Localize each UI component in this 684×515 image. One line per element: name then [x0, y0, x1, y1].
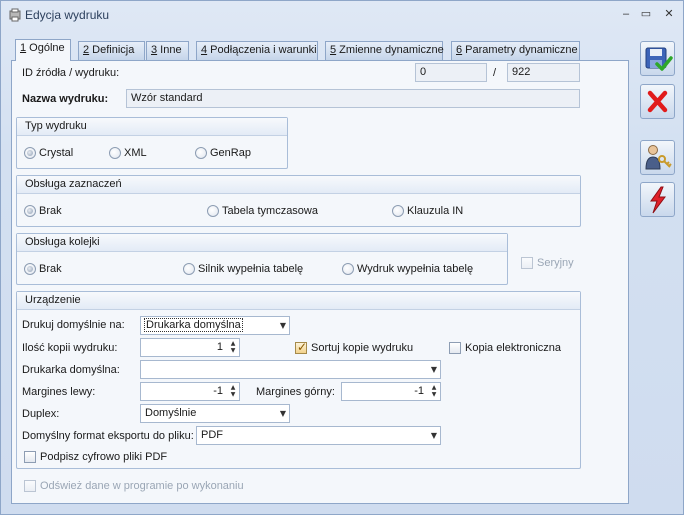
- radio-genrap-label: GenRap: [210, 147, 251, 159]
- close-button[interactable]: ✕: [661, 7, 677, 21]
- sign-pdf-label: Podpisz cyfrowo pliki PDF: [40, 451, 168, 463]
- id-print-field[interactable]: 922: [507, 63, 580, 82]
- radio-print-fills-label: Wydruk wypełnia tabelę: [357, 263, 474, 275]
- selection-handling-title: Obsługa zaznaczeń: [17, 176, 580, 194]
- radio-selection-none-label: Brak: [39, 205, 62, 217]
- margin-top-spinner[interactable]: -1 ▲ ▼: [341, 382, 441, 401]
- radio-queue-none[interactable]: [24, 263, 36, 275]
- print-edit-window: Edycja wydruku ‒ ▭ ✕ 1 Ogólne 2 Definicj…: [0, 0, 684, 515]
- serial-checkbox[interactable]: [521, 257, 533, 269]
- sort-copies-checkbox[interactable]: [295, 340, 307, 354]
- serial-checkbox-label: Seryjny: [537, 257, 574, 269]
- lightning-icon: [650, 186, 666, 214]
- tab-definition[interactable]: 2 Definicja: [78, 41, 145, 60]
- print-type-title: Typ wydruku: [17, 118, 287, 136]
- e-copy-label: Kopia elektroniczna: [465, 342, 562, 354]
- export-format-combo[interactable]: PDF ▼: [196, 426, 441, 445]
- selection-handling-group: Obsługa zaznaczeń: [16, 175, 581, 227]
- radio-xml[interactable]: [109, 147, 121, 159]
- copies-label: Ilość kopii wydruku:: [22, 342, 118, 354]
- default-print-value: Drukarka domyślna: [144, 318, 243, 332]
- margin-top-value: -1: [414, 385, 424, 397]
- execute-button[interactable]: [640, 182, 675, 217]
- user-key-icon: [645, 145, 672, 170]
- radio-selection-none[interactable]: [24, 205, 36, 217]
- radio-engine-fills[interactable]: [183, 263, 195, 275]
- copies-spinner[interactable]: 1 ▲ ▼: [140, 338, 240, 357]
- chevron-down-icon: ▼: [279, 409, 286, 418]
- print-type-group: Typ wydruku: [16, 117, 288, 169]
- spinner-arrows-icon[interactable]: ▲ ▼: [429, 384, 439, 399]
- tab-general[interactable]: 1 Ogólne: [15, 39, 71, 61]
- tab-dynamic-variables[interactable]: 5 Zmienne dynamiczne: [325, 41, 444, 60]
- radio-genrap[interactable]: [195, 147, 207, 159]
- window-title: Edycja wydruku: [25, 8, 110, 22]
- duplex-value: Domyślnie: [145, 407, 197, 419]
- spinner-arrows-icon[interactable]: ▲ ▼: [228, 340, 238, 355]
- print-name-label: Nazwa wydruku:: [22, 93, 109, 105]
- print-name-field[interactable]: Wzór standard: [126, 89, 580, 108]
- id-separator: /: [493, 67, 497, 79]
- chevron-down-icon: ▼: [279, 321, 286, 330]
- export-format-value: PDF: [201, 429, 223, 441]
- tab-connections[interactable]: 4 Podłączenia i warunki: [196, 41, 318, 60]
- margin-left-spinner[interactable]: -1 ▲ ▼: [140, 382, 240, 401]
- spinner-arrows-icon[interactable]: ▲ ▼: [228, 384, 238, 399]
- refresh-data-checkbox[interactable]: [24, 480, 36, 492]
- title-bar: Edycja wydruku ‒ ▭ ✕: [1, 1, 683, 29]
- default-print-combo[interactable]: Drukarka domyślna ▼: [140, 316, 290, 335]
- radio-engine-fills-label: Silnik wypełnia tabelę: [198, 263, 304, 275]
- permissions-button[interactable]: [640, 140, 675, 175]
- app-icon: [9, 8, 21, 22]
- chevron-down-icon: ▼: [430, 431, 437, 440]
- e-copy-checkbox[interactable]: [449, 342, 461, 354]
- id-label: ID źródła / wydruku:: [22, 67, 120, 79]
- margin-left-value: -1: [213, 385, 223, 397]
- radio-temp-table-label: Tabela tymczasowa: [222, 205, 318, 217]
- duplex-label: Duplex:: [22, 408, 60, 420]
- queue-handling-group: Obsługa kolejki: [16, 233, 508, 285]
- radio-in-clause-label: Klauzula IN: [407, 205, 464, 217]
- sign-pdf-checkbox[interactable]: [24, 451, 36, 463]
- save-button[interactable]: [640, 41, 675, 76]
- default-print-label: Drukuj domyślnie na:: [22, 319, 125, 331]
- margin-left-label: Margines lewy:: [22, 386, 96, 398]
- minimize-button[interactable]: ‒: [618, 7, 634, 21]
- copies-value: 1: [216, 341, 223, 353]
- radio-crystal-label: Crystal: [39, 147, 74, 159]
- sort-copies-label: Sortuj kopie wydruku: [311, 342, 414, 354]
- device-title: Urządzenie: [17, 292, 580, 310]
- chevron-down-icon: ▼: [430, 365, 437, 374]
- radio-queue-none-label: Brak: [39, 263, 62, 275]
- maximize-button[interactable]: ▭: [638, 7, 654, 21]
- duplex-combo[interactable]: Domyślnie ▼: [140, 404, 290, 423]
- radio-in-clause[interactable]: [392, 205, 404, 217]
- refresh-data-label: Odśwież dane w programie po wykonaniu: [40, 480, 244, 492]
- export-format-label: Domyślny format eksportu do pliku:: [22, 430, 194, 442]
- radio-crystal[interactable]: [24, 147, 36, 159]
- radio-print-fills[interactable]: [342, 263, 354, 275]
- cancel-icon: [647, 90, 668, 113]
- margin-top-label: Margines górny:: [256, 386, 335, 398]
- default-printer-combo[interactable]: ▼: [140, 360, 441, 379]
- id-source-field[interactable]: 0: [415, 63, 487, 82]
- tab-dynamic-parameters[interactable]: 6 Parametry dynamiczne: [451, 41, 580, 60]
- default-printer-label: Drukarka domyślna:: [22, 364, 120, 376]
- cancel-button[interactable]: [640, 84, 675, 119]
- radio-temp-table[interactable]: [207, 205, 219, 217]
- queue-handling-title: Obsługa kolejki: [17, 234, 507, 252]
- radio-xml-label: XML: [124, 147, 147, 159]
- tab-other[interactable]: 3 Inne: [146, 41, 189, 60]
- save-icon: [645, 47, 673, 71]
